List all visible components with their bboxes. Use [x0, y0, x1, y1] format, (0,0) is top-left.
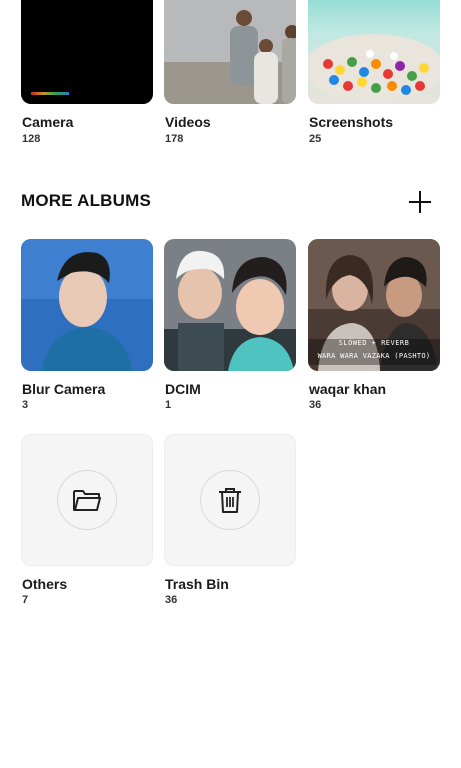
others-album-count: 7: [22, 594, 29, 606]
blur-camera-album-count: 3: [22, 399, 29, 411]
others-icon-circle: [57, 470, 117, 530]
dcim-album-title: DCIM: [165, 381, 201, 397]
trash-bin-album-thumbnail[interactable]: [164, 434, 296, 566]
screenshots-album-thumbnail[interactable]: [308, 0, 440, 104]
screenshots-thumb-photo: [308, 0, 440, 104]
folder-icon: [73, 490, 101, 511]
waqar-khan-overlay-line1: SLOWED + REVERB: [338, 339, 410, 347]
blur-camera-album-thumbnail[interactable]: [21, 239, 153, 371]
videos-album-thumbnail[interactable]: [164, 0, 296, 104]
dcim-album-thumbnail[interactable]: [164, 239, 296, 371]
dcim-album-count: 1: [165, 399, 172, 411]
videos-thumb-photo: [164, 0, 296, 104]
waqar-khan-album-count: 36: [309, 399, 322, 411]
videos-album-title: Videos: [165, 114, 211, 130]
blur-camera-album-title: Blur Camera: [22, 381, 106, 397]
others-album-title: Others: [22, 576, 68, 592]
screenshots-album-count: 25: [309, 133, 322, 145]
dcim-thumb-photo: [164, 239, 296, 371]
screenshots-album-title: Screenshots: [309, 114, 394, 130]
others-album-thumbnail[interactable]: [21, 434, 153, 566]
camera-album-title: Camera: [22, 114, 74, 130]
camera-album-count: 128: [22, 133, 41, 145]
waqar-khan-album-title: waqar khan: [309, 381, 387, 397]
more-albums-heading: MORE ALBUMS: [21, 191, 152, 210]
trash-bin-album-title: Trash Bin: [165, 576, 229, 592]
trash-bin-album-count: 36: [165, 594, 178, 606]
waqar-khan-overlay-line2: WARA WARA VAZAKA (PASHTO): [317, 352, 431, 360]
camera-album-thumbnail[interactable]: [21, 0, 153, 104]
blur-camera-thumb-photo: [21, 239, 153, 371]
trash-icon-circle: [200, 470, 260, 530]
plus-icon: [409, 191, 431, 213]
videos-album-count: 178: [165, 133, 184, 145]
add-album-button[interactable]: [404, 186, 436, 218]
waqar-khan-album-thumbnail[interactable]: SLOWED + REVERB WARA WARA VAZAKA (PASHTO…: [308, 239, 440, 371]
trash-icon: [219, 488, 241, 513]
camera-thumb-watermark: [31, 92, 69, 95]
